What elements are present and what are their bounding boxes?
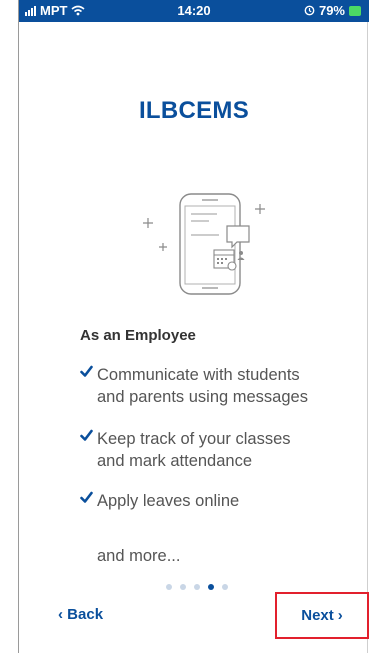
- checkmark-icon: [80, 365, 93, 377]
- battery-percent: 79%: [318, 3, 345, 18]
- page-dot[interactable]: [166, 584, 172, 590]
- feature-text: Keep track of your classes and mark atte…: [97, 430, 291, 470]
- feature-text: Apply leaves online: [97, 492, 240, 510]
- back-button[interactable]: ‹ Back: [58, 606, 103, 623]
- status-right: 79%: [304, 3, 361, 18]
- phone-illustration: [143, 193, 265, 295]
- next-button[interactable]: Next ›: [275, 592, 369, 639]
- status-bar: MPT 14:20 79%: [19, 0, 369, 22]
- chevron-right-icon: ›: [337, 607, 343, 624]
- page-indicator: [166, 584, 228, 590]
- page-dot-active[interactable]: [208, 584, 214, 590]
- checkmark-icon: [80, 491, 93, 503]
- app-title: ILBCEMS: [138, 97, 250, 124]
- battery-icon: [349, 5, 361, 16]
- page-dot[interactable]: [180, 584, 186, 590]
- page-dot[interactable]: [194, 584, 200, 590]
- section-heading: As an Employee: [80, 327, 196, 344]
- chevron-left-icon: ‹: [58, 606, 63, 623]
- feature-text: Communicate with students and parents us…: [97, 366, 308, 406]
- alarm-icon: [304, 5, 315, 16]
- next-label: Next: [301, 607, 334, 624]
- page-dot[interactable]: [222, 584, 228, 590]
- back-label: Back: [67, 606, 104, 623]
- more-text: and more...: [97, 547, 181, 565]
- checkmark-icon: [80, 429, 93, 441]
